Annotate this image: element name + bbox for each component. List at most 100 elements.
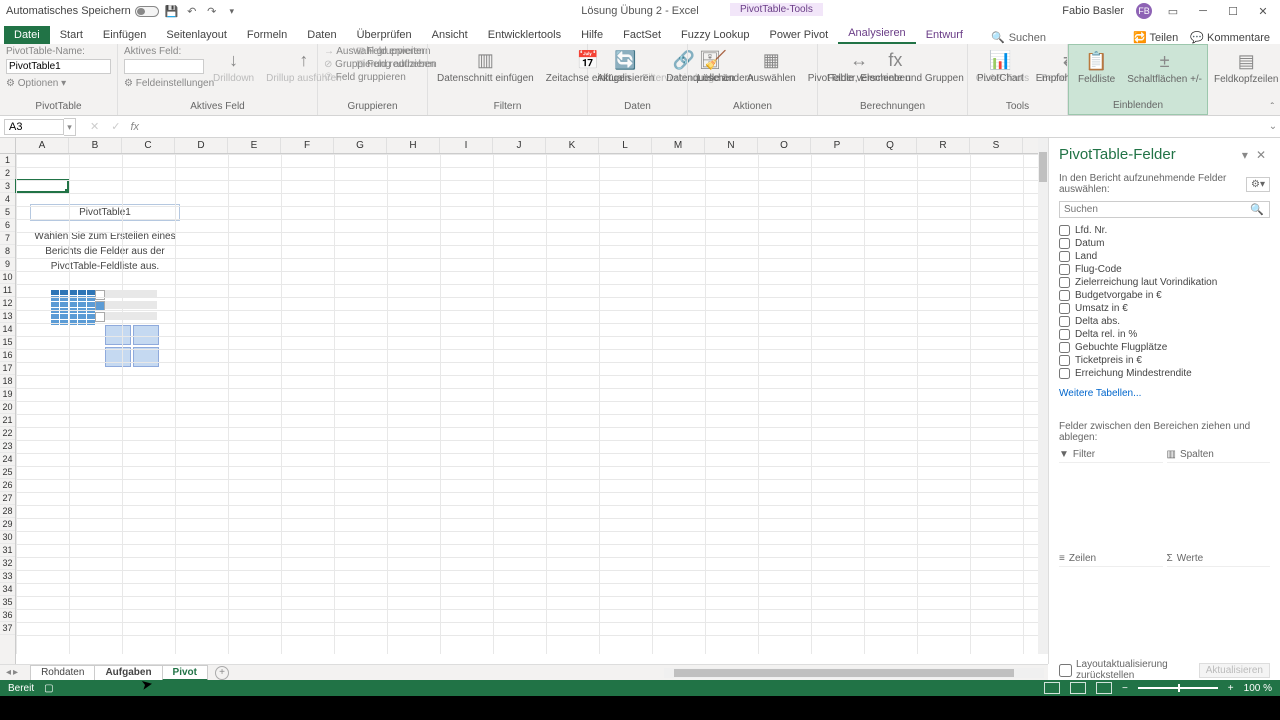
- formula-bar[interactable]: [143, 119, 1266, 135]
- macro-record-icon[interactable]: ▢: [44, 683, 53, 694]
- row-header-25[interactable]: 25: [0, 466, 15, 479]
- row-header-22[interactable]: 22: [0, 427, 15, 440]
- drop-area-filter[interactable]: ▼Filter: [1059, 449, 1163, 549]
- field-item[interactable]: Zielerreichung laut Vorindikation: [1059, 276, 1270, 289]
- row-header-19[interactable]: 19: [0, 388, 15, 401]
- row-header-1[interactable]: 1: [0, 154, 15, 167]
- sheet-tab-aufgaben[interactable]: Aufgaben: [94, 665, 162, 681]
- row-header-37[interactable]: 37: [0, 622, 15, 635]
- row-header-21[interactable]: 21: [0, 414, 15, 427]
- name-box[interactable]: [4, 119, 64, 135]
- zoom-slider[interactable]: [1138, 687, 1218, 689]
- row-header-17[interactable]: 17: [0, 362, 15, 375]
- sheet-nav-prev-icon[interactable]: ▸: [13, 667, 18, 678]
- group-field[interactable]: ⑦ Feld gruppieren: [324, 72, 435, 83]
- tab-data[interactable]: Daten: [297, 26, 346, 44]
- pt-options[interactable]: ⚙ Optionen ▾: [6, 78, 111, 89]
- tab-formulas[interactable]: Formeln: [237, 26, 297, 44]
- row-header-18[interactable]: 18: [0, 375, 15, 388]
- zoom-in-icon[interactable]: +: [1228, 683, 1234, 694]
- enter-formula-icon[interactable]: ✓: [105, 120, 126, 133]
- calc-fields[interactable]: fxFelder, Elemente und Gruppen: [824, 46, 967, 86]
- field-item[interactable]: Delta abs.: [1059, 315, 1270, 328]
- row-header-23[interactable]: 23: [0, 440, 15, 453]
- row-header-35[interactable]: 35: [0, 596, 15, 609]
- tab-developer[interactable]: Entwicklertools: [478, 26, 571, 44]
- pane-close-icon[interactable]: ✕: [1252, 148, 1270, 162]
- col-header-S[interactable]: S: [970, 138, 1023, 153]
- select-all-button[interactable]: [0, 138, 16, 154]
- row-header-26[interactable]: 26: [0, 479, 15, 492]
- field-item[interactable]: Lfd. Nr.: [1059, 224, 1270, 237]
- autosave-toggle[interactable]: Automatisches Speichern: [6, 5, 159, 17]
- tab-view[interactable]: Ansicht: [422, 26, 478, 44]
- col-header-K[interactable]: K: [546, 138, 599, 153]
- row-header-14[interactable]: 14: [0, 323, 15, 336]
- collapse-ribbon-icon[interactable]: ˆ: [1271, 102, 1274, 113]
- field-item[interactable]: Erreichung Mindestrendite: [1059, 367, 1270, 380]
- tab-pagelayout[interactable]: Seitenlayout: [156, 26, 237, 44]
- row-header-27[interactable]: 27: [0, 492, 15, 505]
- refresh-button[interactable]: 🔄Aktualisieren: [594, 46, 657, 86]
- select-button[interactable]: ▦Auswählen: [744, 46, 799, 86]
- fx-icon[interactable]: fx: [126, 121, 143, 133]
- view-pagelayout-icon[interactable]: [1070, 682, 1086, 694]
- row-header-7[interactable]: 7: [0, 232, 15, 245]
- tab-insert[interactable]: Einfügen: [93, 26, 156, 44]
- col-header-J[interactable]: J: [493, 138, 546, 153]
- save-icon[interactable]: 💾: [165, 4, 179, 18]
- field-item[interactable]: Budgetvorgabe in €: [1059, 289, 1270, 302]
- row-header-5[interactable]: 5: [0, 206, 15, 219]
- field-item[interactable]: Ticketpreis in €: [1059, 354, 1270, 367]
- tab-analyze[interactable]: Analysieren: [838, 24, 915, 44]
- clear-button[interactable]: 🧹Löschen: [694, 46, 738, 86]
- undo-icon[interactable]: ↶: [185, 4, 199, 18]
- row-header-32[interactable]: 32: [0, 557, 15, 570]
- drop-area-columns[interactable]: ▥Spalten: [1167, 449, 1271, 549]
- field-checkbox[interactable]: [1059, 303, 1070, 314]
- col-header-B[interactable]: B: [69, 138, 122, 153]
- pivotchart-button[interactable]: 📊PivotChart: [974, 46, 1027, 86]
- name-box-dropdown-icon[interactable]: ▾: [64, 118, 76, 136]
- active-field-input[interactable]: [124, 59, 204, 74]
- field-checkbox[interactable]: [1059, 368, 1070, 379]
- ungroup[interactable]: ⊘ Gruppierung aufheben: [324, 59, 435, 70]
- col-header-D[interactable]: D: [175, 138, 228, 153]
- tell-me-search[interactable]: 🔍 Suchen: [991, 31, 1046, 44]
- sheet-tab-rohdaten[interactable]: Rohdaten: [30, 665, 95, 681]
- sheet-tab-pivot[interactable]: Pivot: [162, 665, 208, 681]
- sheet-nav-first-icon[interactable]: ◂: [6, 667, 11, 678]
- drop-area-rows[interactable]: ≡Zeilen: [1059, 553, 1163, 653]
- field-search-input[interactable]: [1059, 201, 1270, 218]
- row-header-33[interactable]: 33: [0, 570, 15, 583]
- col-header-A[interactable]: A: [16, 138, 69, 153]
- col-header-Q[interactable]: Q: [864, 138, 917, 153]
- zoom-out-icon[interactable]: −: [1122, 683, 1128, 694]
- worksheet-grid[interactable]: ABCDEFGHIJKLMNOPQRS 12345678910111213141…: [0, 138, 1048, 664]
- tab-factset[interactable]: FactSet: [613, 26, 671, 44]
- close-icon[interactable]: ✕: [1254, 5, 1272, 18]
- insert-slicer[interactable]: ▥Datenschnitt einfügen: [434, 46, 537, 86]
- row-header-34[interactable]: 34: [0, 583, 15, 596]
- col-header-N[interactable]: N: [705, 138, 758, 153]
- row-header-13[interactable]: 13: [0, 310, 15, 323]
- buttons-toggle[interactable]: ±Schaltflächen +/-: [1124, 47, 1205, 87]
- row-header-10[interactable]: 10: [0, 271, 15, 284]
- tab-review[interactable]: Überprüfen: [347, 26, 422, 44]
- col-header-C[interactable]: C: [122, 138, 175, 153]
- row-header-11[interactable]: 11: [0, 284, 15, 297]
- group-selection[interactable]: → Auswahl gruppieren: [324, 46, 435, 57]
- field-item[interactable]: Umsatz in €: [1059, 302, 1270, 315]
- update-button[interactable]: Aktualisieren: [1199, 663, 1270, 678]
- field-item[interactable]: Delta rel. in %: [1059, 328, 1270, 341]
- col-header-R[interactable]: R: [917, 138, 970, 153]
- field-checkbox[interactable]: [1059, 277, 1070, 288]
- defer-layout-checkbox[interactable]: [1059, 664, 1072, 677]
- field-checkbox[interactable]: [1059, 238, 1070, 249]
- row-header-15[interactable]: 15: [0, 336, 15, 349]
- col-header-F[interactable]: F: [281, 138, 334, 153]
- tab-design[interactable]: Entwurf: [916, 26, 973, 44]
- tab-powerpivot[interactable]: Power Pivot: [760, 26, 839, 44]
- horizontal-scrollbar[interactable]: [664, 668, 1044, 678]
- view-normal-icon[interactable]: [1044, 682, 1060, 694]
